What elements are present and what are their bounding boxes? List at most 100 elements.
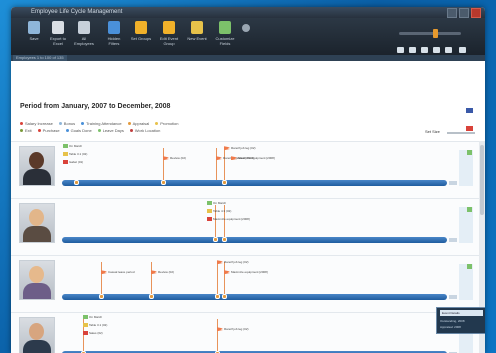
timeline-marker[interactable]: Ranolf job leg (02)	[224, 146, 256, 151]
legend-swatch	[37, 129, 41, 133]
close-button[interactable]	[471, 8, 481, 18]
minimize-button[interactable]	[447, 8, 457, 18]
desktop-background: Employee Life Cycle Management Save Expo…	[0, 0, 496, 353]
legend-label: Work Location	[134, 128, 161, 133]
event-icon	[83, 331, 88, 336]
timeline-event[interactable]: Table 3.1 (02)	[83, 323, 107, 328]
employee-row[interactable]: On March Table 3.1 (02) Sales (02) Ranolf j…	[11, 312, 479, 353]
timeline-marker[interactable]: Review (02)	[163, 156, 186, 161]
future-column	[459, 207, 473, 243]
employee-photo[interactable]	[19, 146, 55, 186]
flag-icon[interactable]	[466, 126, 473, 131]
employee-row[interactable]: On March Table 4.3 (02) Maximize equipment…	[11, 198, 479, 255]
timeline-dot[interactable]	[149, 294, 154, 299]
employee-row[interactable]: On March Table 3.1 (02) Isabel (01) Review …	[11, 141, 479, 198]
legend-item[interactable]: Work Location	[129, 127, 161, 134]
timeline-dot[interactable]	[161, 180, 166, 185]
zoom-slider[interactable]	[399, 29, 461, 38]
marker-label: Ranolf job leg (02)	[231, 146, 256, 150]
timeline-marker[interactable]: Review (02)	[151, 270, 174, 275]
export-excel-button[interactable]: Export to Excel	[47, 21, 69, 46]
timeline-dot[interactable]	[74, 180, 79, 185]
customize-fields-button[interactable]: Customize Fields	[214, 21, 236, 46]
timeline-event[interactable]: Maximize equipment [2008]	[207, 217, 250, 222]
view-icon-5[interactable]	[445, 47, 452, 53]
timeline-event[interactable]: Isabel (01)	[63, 160, 83, 165]
timeline-track[interactable]	[62, 237, 447, 243]
help-icon[interactable]	[241, 24, 251, 34]
timeline-dot[interactable]	[222, 294, 227, 299]
timeline-marker[interactable]: Ranolf job leg (02)	[217, 327, 249, 332]
flag-marker-icon	[101, 270, 107, 275]
event-icon	[63, 152, 68, 157]
flag-icon[interactable]	[466, 108, 473, 113]
zoom-label: Set Size	[425, 129, 440, 134]
legend-item[interactable]: Goals Done	[65, 127, 92, 134]
timeline-end	[449, 295, 457, 299]
new-event-button[interactable]: New Event	[186, 21, 208, 41]
view-icon-1[interactable]	[397, 47, 404, 53]
event-label: Table 4.3 (02)	[213, 209, 232, 213]
timeline-marker[interactable]: Ranolf job leg (02)	[217, 260, 249, 265]
legend-swatch	[58, 122, 62, 126]
legend-item[interactable]: Salary Increase	[20, 120, 53, 127]
timeline-event[interactable]: Sales (02)	[83, 331, 103, 336]
flag-marker-icon	[216, 156, 222, 161]
flag-marker-icon	[217, 260, 223, 265]
timeline-dot[interactable]	[222, 180, 227, 185]
timeline-event[interactable]: On March	[63, 144, 82, 149]
timeline-event[interactable]: On March	[207, 201, 226, 206]
all-employees-button[interactable]: All Employees	[73, 21, 95, 46]
employee-photo[interactable]	[19, 317, 55, 353]
view-icon-6[interactable]	[459, 47, 466, 53]
event-group-icon	[163, 21, 175, 34]
marker-label: Ranolf job leg (02)	[224, 260, 249, 264]
hidden-filters-button[interactable]: Hidden Filters	[103, 21, 125, 46]
event-connector	[217, 319, 218, 351]
view-icon-4[interactable]	[433, 47, 440, 53]
timeline-marker[interactable]: Maximize equipment [2008]	[231, 156, 275, 161]
timeline-event[interactable]: Table 4.3 (02)	[207, 209, 231, 214]
save-button[interactable]: Save	[23, 21, 45, 41]
view-icon-2[interactable]	[409, 47, 416, 53]
timeline-track[interactable]	[62, 294, 447, 300]
legend-swatch	[81, 122, 85, 126]
timeline-dot[interactable]	[215, 294, 220, 299]
edit-event-group-button[interactable]: Edit Event Group	[158, 21, 180, 46]
legend-item[interactable]: Bonus	[58, 120, 75, 127]
view-icon-3[interactable]	[421, 47, 428, 53]
legend-item[interactable]: Exit	[20, 127, 32, 134]
legend-swatch	[20, 122, 23, 126]
marker-label: Review (02)	[158, 270, 175, 274]
title-bar: Employee Life Cycle Management	[11, 7, 485, 18]
save-icon	[28, 21, 40, 34]
timeline-event[interactable]: Table 3.1 (02)	[63, 152, 87, 157]
legend-item[interactable]: Appraisal	[127, 120, 149, 127]
timeline-marker[interactable]: Casual leave period	[101, 270, 135, 275]
event-icon	[63, 160, 68, 165]
event-tooltip: Event Details Outstanding, 2008 Appraisa…	[436, 307, 485, 334]
zoom-slider-knob[interactable]	[433, 29, 439, 38]
flag-marker-icon	[224, 146, 230, 151]
zoom-track[interactable]	[447, 132, 475, 134]
employee-row[interactable]: Casual leave period Review (02) Ranolf job…	[11, 255, 479, 312]
legend-item[interactable]: Promotion	[155, 120, 179, 127]
legend-item[interactable]: Training Attendance	[81, 120, 122, 127]
timeline-dot[interactable]	[99, 294, 104, 299]
timeline-event[interactable]: On March	[83, 315, 102, 320]
timeline-track[interactable]	[62, 180, 447, 186]
scrollbar-thumb[interactable]	[480, 145, 484, 215]
legend: Salary Increase Bonus Training Attendance A…	[20, 120, 320, 134]
legend-item[interactable]: Leave Days	[97, 127, 124, 134]
event-label: On March	[89, 315, 103, 319]
set-groups-button[interactable]: Set Groups	[130, 21, 152, 41]
timeline-content: Period from January, 2007 to December, 2…	[11, 61, 485, 353]
timeline-dot[interactable]	[222, 237, 227, 242]
employee-photo[interactable]	[19, 260, 55, 300]
employee-photo[interactable]	[19, 203, 55, 243]
legend-item[interactable]: Purchase	[37, 127, 60, 134]
timeline-dot[interactable]	[213, 237, 218, 242]
maximize-button[interactable]	[459, 8, 469, 18]
event-icon	[83, 315, 88, 320]
timeline-marker[interactable]: Maximize equipment [2008]	[224, 270, 268, 275]
